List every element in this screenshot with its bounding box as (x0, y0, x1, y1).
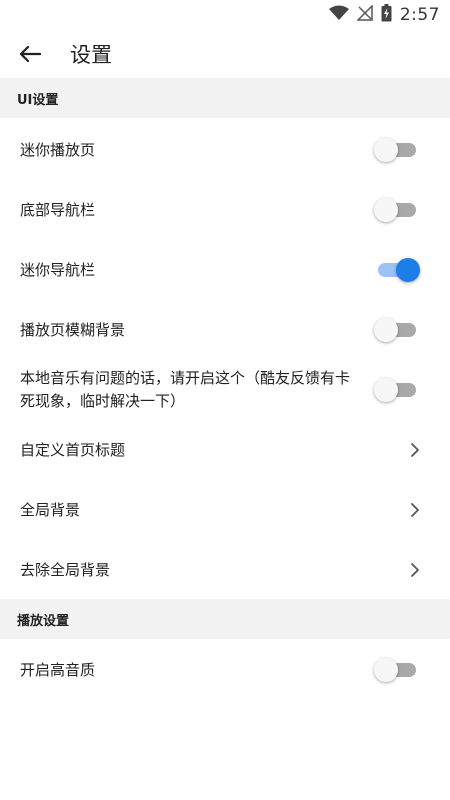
setting-mini-player[interactable]: 迷你播放页 (0, 120, 450, 180)
local-music-fix-toggle[interactable] (374, 376, 420, 404)
setting-label: 底部导航栏 (20, 200, 96, 219)
arrow-left-icon (19, 45, 41, 63)
mini-player-toggle[interactable] (374, 136, 420, 164)
setting-label: 播放页模糊背景 (20, 320, 126, 339)
wifi-icon (328, 5, 349, 25)
mini-nav-toggle[interactable] (374, 256, 420, 284)
setting-bottom-nav[interactable]: 底部导航栏 (0, 180, 450, 240)
toggle-thumb (374, 378, 398, 402)
chevron-right-icon (392, 436, 420, 464)
setting-label: 去除全局背景 (20, 560, 111, 579)
setting-label: 自定义首页标题 (20, 440, 126, 459)
chevron-right-icon (392, 496, 420, 524)
setting-local-music-fix[interactable]: 本地音乐有问题的话，请开启这个（酷友反馈有卡死现象，临时解决一下） (0, 360, 450, 420)
setting-mini-nav[interactable]: 迷你导航栏 (0, 240, 450, 300)
page-title: 设置 (70, 43, 112, 67)
toolbar: 设置 (0, 30, 450, 78)
bottom-nav-toggle[interactable] (374, 196, 420, 224)
setting-custom-home-title[interactable]: 自定义首页标题 (0, 420, 450, 480)
setting-remove-global-background[interactable]: 去除全局背景 (0, 540, 450, 600)
status-time: 2:57 (399, 5, 440, 25)
setting-label: 迷你导航栏 (20, 260, 96, 279)
toggle-thumb (374, 318, 398, 342)
blur-background-toggle[interactable] (374, 316, 420, 344)
setting-high-quality[interactable]: 开启高音质 (0, 640, 450, 700)
setting-label: 本地音乐有问题的话，请开启这个（酷友反馈有卡死现象，临时解决一下） (20, 369, 351, 410)
toggle-thumb (396, 258, 420, 282)
setting-blur-background[interactable]: 播放页模糊背景 (0, 300, 450, 360)
battery-charging-icon (381, 4, 392, 26)
toggle-thumb (374, 658, 398, 682)
setting-label: 全局背景 (20, 500, 81, 519)
setting-label: 开启高音质 (20, 660, 96, 679)
toggle-thumb (374, 198, 398, 222)
section-header-ui: UI设置 (0, 78, 450, 118)
setting-label: 迷你播放页 (20, 140, 96, 159)
toggle-thumb (374, 138, 398, 162)
status-bar: 2:57 (0, 0, 450, 30)
status-icons: 2:57 (328, 4, 440, 26)
no-signal-icon (356, 4, 373, 25)
high-quality-toggle[interactable] (374, 656, 420, 684)
setting-global-background[interactable]: 全局背景 (0, 480, 450, 540)
section-header-playback: 播放设置 (0, 599, 450, 639)
chevron-right-icon (392, 556, 420, 584)
back-button[interactable] (0, 30, 60, 78)
